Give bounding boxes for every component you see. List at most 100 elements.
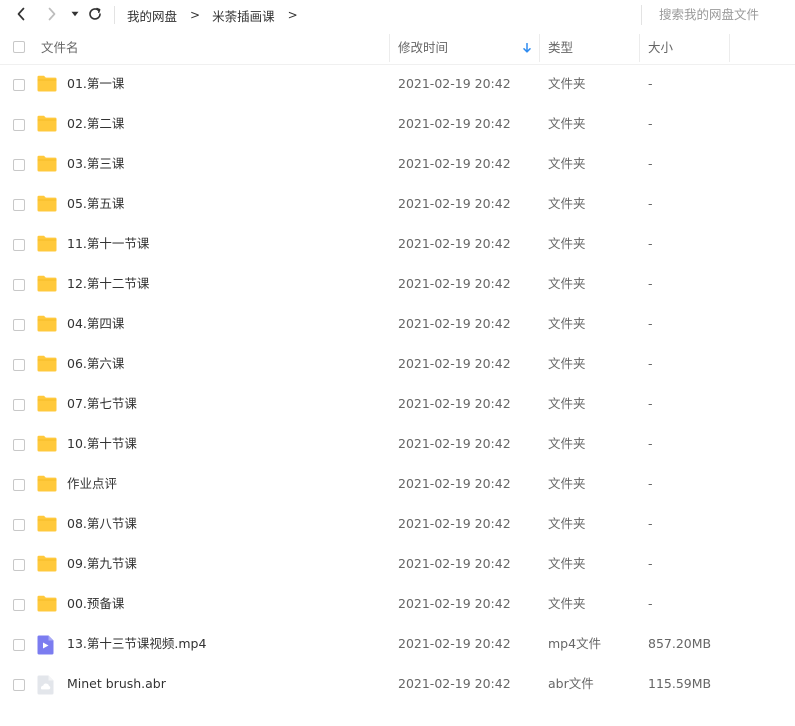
file-row[interactable]: 12.第十二节课 2021-02-19 20:42 文件夹 -	[0, 264, 795, 304]
column-divider[interactable]	[539, 34, 540, 62]
file-row[interactable]: 11.第十一节课 2021-02-19 20:42 文件夹 -	[0, 224, 795, 264]
file-modified-time: 2021-02-19 20:42	[398, 436, 511, 451]
breadcrumb-item-current[interactable]: 米荼插画课	[212, 6, 275, 25]
row-checkbox[interactable]	[13, 119, 25, 131]
search-input[interactable]	[641, 5, 795, 25]
file-modified-time: 2021-02-19 20:42	[398, 596, 511, 611]
folder-icon	[37, 195, 57, 215]
file-row[interactable]: Minet brush.abr 2021-02-19 20:42 abr文件 1…	[0, 664, 795, 704]
file-name[interactable]: 08.第八节课	[67, 504, 137, 544]
file-name[interactable]: 07.第七节课	[67, 384, 137, 424]
file-modified-time: 2021-02-19 20:42	[398, 236, 511, 251]
row-checkbox[interactable]	[13, 479, 25, 491]
file-row[interactable]: 00.预备课 2021-02-19 20:42 文件夹 -	[0, 584, 795, 624]
folder-icon	[37, 75, 57, 95]
folder-icon	[37, 355, 57, 375]
row-checkbox[interactable]	[13, 159, 25, 171]
row-checkbox[interactable]	[13, 319, 25, 331]
column-header-name[interactable]: 文件名	[41, 31, 389, 64]
row-checkbox[interactable]	[13, 359, 25, 371]
file-modified-time: 2021-02-19 20:42	[398, 556, 511, 571]
column-divider[interactable]	[639, 34, 640, 62]
file-row[interactable]: 13.第十三节课视频.mp4 2021-02-19 20:42 mp4文件 85…	[0, 624, 795, 664]
select-all-checkbox[interactable]	[13, 41, 25, 53]
file-name[interactable]: 00.预备课	[67, 584, 124, 624]
back-button[interactable]	[11, 4, 31, 24]
folder-icon	[37, 555, 57, 575]
column-divider[interactable]	[729, 34, 730, 62]
file-name[interactable]: 05.第五课	[67, 184, 124, 224]
folder-icon	[37, 515, 57, 535]
row-checkbox[interactable]	[13, 79, 25, 91]
file-list-header: 文件名 修改时间 类型 大小	[0, 31, 795, 65]
file-row[interactable]: 05.第五课 2021-02-19 20:42 文件夹 -	[0, 184, 795, 224]
file-size: -	[648, 556, 653, 571]
row-checkbox[interactable]	[13, 559, 25, 571]
file-type: 文件夹	[548, 396, 586, 411]
row-checkbox[interactable]	[13, 639, 25, 651]
refresh-button[interactable]	[85, 4, 105, 24]
row-checkbox[interactable]	[13, 439, 25, 451]
column-header-modified[interactable]: 修改时间	[398, 31, 538, 64]
file-row[interactable]: 01.第一课 2021-02-19 20:42 文件夹 -	[0, 64, 795, 104]
file-name[interactable]: 01.第一课	[67, 64, 124, 104]
file-row[interactable]: 作业点评 2021-02-19 20:42 文件夹 -	[0, 464, 795, 504]
file-row[interactable]: 10.第十节课 2021-02-19 20:42 文件夹 -	[0, 424, 795, 464]
file-row[interactable]: 03.第三课 2021-02-19 20:42 文件夹 -	[0, 144, 795, 184]
file-modified-time: 2021-02-19 20:42	[398, 356, 511, 371]
file-size: 115.59MB	[648, 676, 712, 691]
file-name[interactable]: Minet brush.abr	[67, 664, 166, 704]
file-size: -	[648, 516, 653, 531]
file-name[interactable]: 06.第六课	[67, 344, 124, 384]
file-name[interactable]: 12.第十二节课	[67, 264, 149, 304]
row-checkbox[interactable]	[13, 279, 25, 291]
file-size: -	[648, 596, 653, 611]
file-row[interactable]: 08.第八节课 2021-02-19 20:42 文件夹 -	[0, 504, 795, 544]
file-size: -	[648, 476, 653, 491]
file-size: -	[648, 396, 653, 411]
file-row[interactable]: 07.第七节课 2021-02-19 20:42 文件夹 -	[0, 384, 795, 424]
file-list: 01.第一课 2021-02-19 20:42 文件夹 - 02.第二课 202…	[0, 64, 795, 704]
file-name[interactable]: 作业点评	[67, 464, 117, 504]
file-type: 文件夹	[548, 356, 586, 371]
breadcrumb-separator: >	[287, 8, 298, 22]
row-checkbox[interactable]	[13, 519, 25, 531]
row-checkbox[interactable]	[13, 199, 25, 211]
row-checkbox[interactable]	[13, 399, 25, 411]
file-name[interactable]: 10.第十节课	[67, 424, 137, 464]
row-checkbox[interactable]	[13, 599, 25, 611]
file-type: 文件夹	[548, 436, 586, 451]
file-type: 文件夹	[548, 316, 586, 331]
file-name[interactable]: 04.第四课	[67, 304, 124, 344]
file-name[interactable]: 09.第九节课	[67, 544, 137, 584]
file-row[interactable]: 09.第九节课 2021-02-19 20:42 文件夹 -	[0, 544, 795, 584]
file-row[interactable]: 06.第六课 2021-02-19 20:42 文件夹 -	[0, 344, 795, 384]
folder-icon	[37, 395, 57, 415]
breadcrumb-item-root[interactable]: 我的网盘	[127, 6, 177, 25]
file-size: 857.20MB	[648, 636, 712, 651]
file-size: -	[648, 276, 653, 291]
file-modified-time: 2021-02-19 20:42	[398, 476, 511, 491]
file-name[interactable]: 03.第三课	[67, 144, 124, 184]
column-header-size[interactable]: 大小	[648, 31, 728, 64]
file-size: -	[648, 76, 653, 91]
file-name[interactable]: 13.第十三节课视频.mp4	[67, 624, 206, 664]
file-name[interactable]: 02.第二课	[67, 104, 124, 144]
file-modified-time: 2021-02-19 20:42	[398, 156, 511, 171]
row-checkbox[interactable]	[13, 239, 25, 251]
column-header-type[interactable]: 类型	[548, 31, 638, 64]
folder-icon	[37, 275, 57, 295]
row-checkbox[interactable]	[13, 679, 25, 691]
file-type: abr文件	[548, 676, 594, 691]
column-divider[interactable]	[389, 34, 390, 62]
caret-down-icon	[71, 11, 79, 17]
file-row[interactable]: 04.第四课 2021-02-19 20:42 文件夹 -	[0, 304, 795, 344]
forward-button[interactable]	[42, 4, 62, 24]
file-row[interactable]: 02.第二课 2021-02-19 20:42 文件夹 -	[0, 104, 795, 144]
refresh-icon	[89, 7, 101, 20]
file-name[interactable]: 11.第十一节课	[67, 224, 149, 264]
history-dropdown-button[interactable]	[65, 4, 85, 24]
file-modified-time: 2021-02-19 20:42	[398, 516, 511, 531]
file-size: -	[648, 436, 653, 451]
file-size: -	[648, 116, 653, 131]
